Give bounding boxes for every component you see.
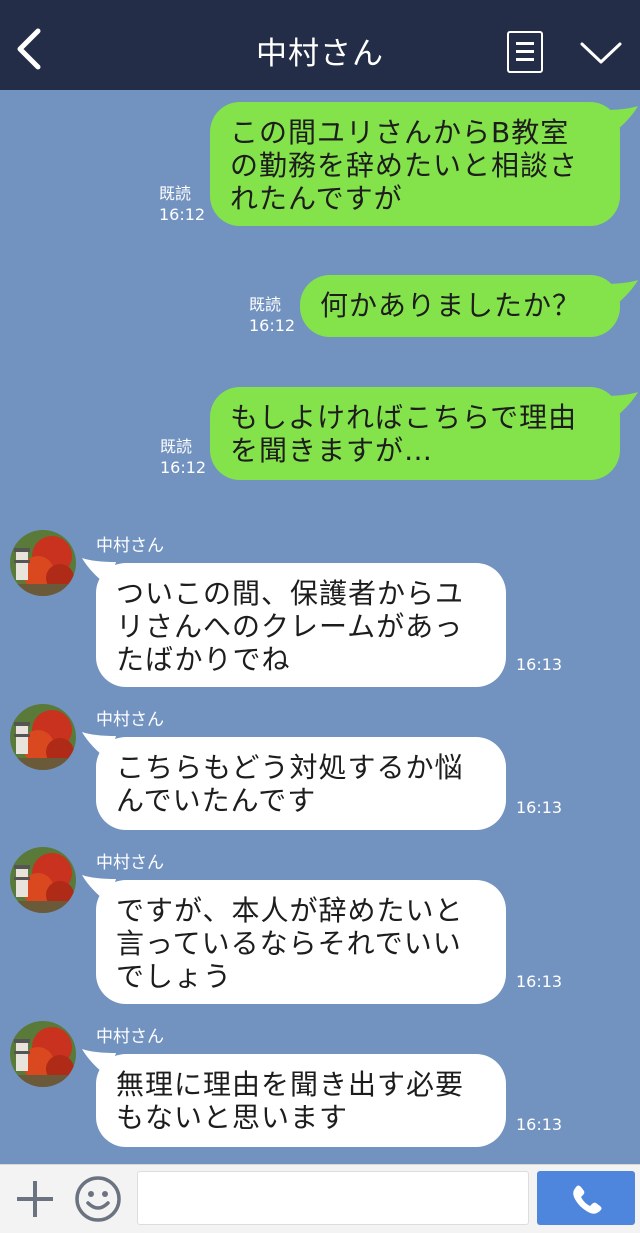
avatar-image	[10, 847, 76, 913]
collapse-button[interactable]	[578, 38, 624, 68]
sender-name: 中村さん	[96, 710, 164, 730]
avatar-image	[10, 1021, 76, 1087]
chevron-down-icon	[580, 42, 622, 64]
avatar[interactable]	[10, 847, 76, 913]
sender-name: 中村さん	[96, 853, 164, 873]
outgoing-message[interactable]: この間ユリさんからB教室 の勤務を辞めたいと相談さ れたんですが	[210, 102, 620, 226]
read-receipt: 既読 16:12	[249, 295, 296, 335]
message-time: 16:13	[516, 798, 563, 817]
phone-icon	[573, 1185, 602, 1214]
notes-button[interactable]	[507, 31, 543, 73]
call-button[interactable]	[537, 1171, 635, 1225]
emoji-button[interactable]	[73, 1174, 123, 1224]
avatar-image	[10, 704, 76, 770]
message-time: 16:13	[516, 655, 563, 674]
outgoing-message[interactable]: もしよければこちらで理由 を聞きますが…	[210, 387, 620, 480]
message-time: 16:13	[516, 1115, 563, 1134]
avatar-image	[10, 530, 76, 596]
avatar[interactable]	[10, 1021, 76, 1087]
plus-button[interactable]	[14, 1178, 56, 1220]
avatar[interactable]	[10, 530, 76, 596]
smiley-icon	[75, 1176, 121, 1222]
outgoing-message[interactable]: 何かありましたか？	[300, 275, 620, 337]
sender-name: 中村さん	[96, 536, 164, 556]
plus-icon	[17, 1181, 53, 1217]
sender-name: 中村さん	[96, 1027, 164, 1047]
incoming-message[interactable]: ついこの間、保護者からユ リさんへのクレームがあっ たばかりでね	[96, 563, 506, 687]
incoming-message[interactable]: こちらもどう対処するか悩 んでいたんです	[96, 737, 506, 830]
incoming-message[interactable]: 無理に理由を聞き出す必要 もないと思います	[96, 1054, 506, 1147]
avatar[interactable]	[10, 704, 76, 770]
read-receipt: 既読 16:12	[160, 437, 207, 477]
chat-title: 中村さん	[256, 36, 384, 72]
incoming-message[interactable]: ですが、本人が辞めたいと 言っているならそれでいい でしょう	[96, 880, 506, 1004]
read-receipt: 既読 16:12	[159, 184, 206, 224]
chat-header: 中村さん	[0, 0, 640, 90]
message-time: 16:13	[516, 972, 563, 991]
chat-area[interactable]: 既読 16:12 この間ユリさんからB教室 の勤務を辞めたいと相談さ れたんです…	[0, 90, 640, 1164]
notes-icon	[516, 42, 534, 45]
input-bar	[0, 1164, 640, 1233]
message-input[interactable]	[137, 1171, 529, 1225]
